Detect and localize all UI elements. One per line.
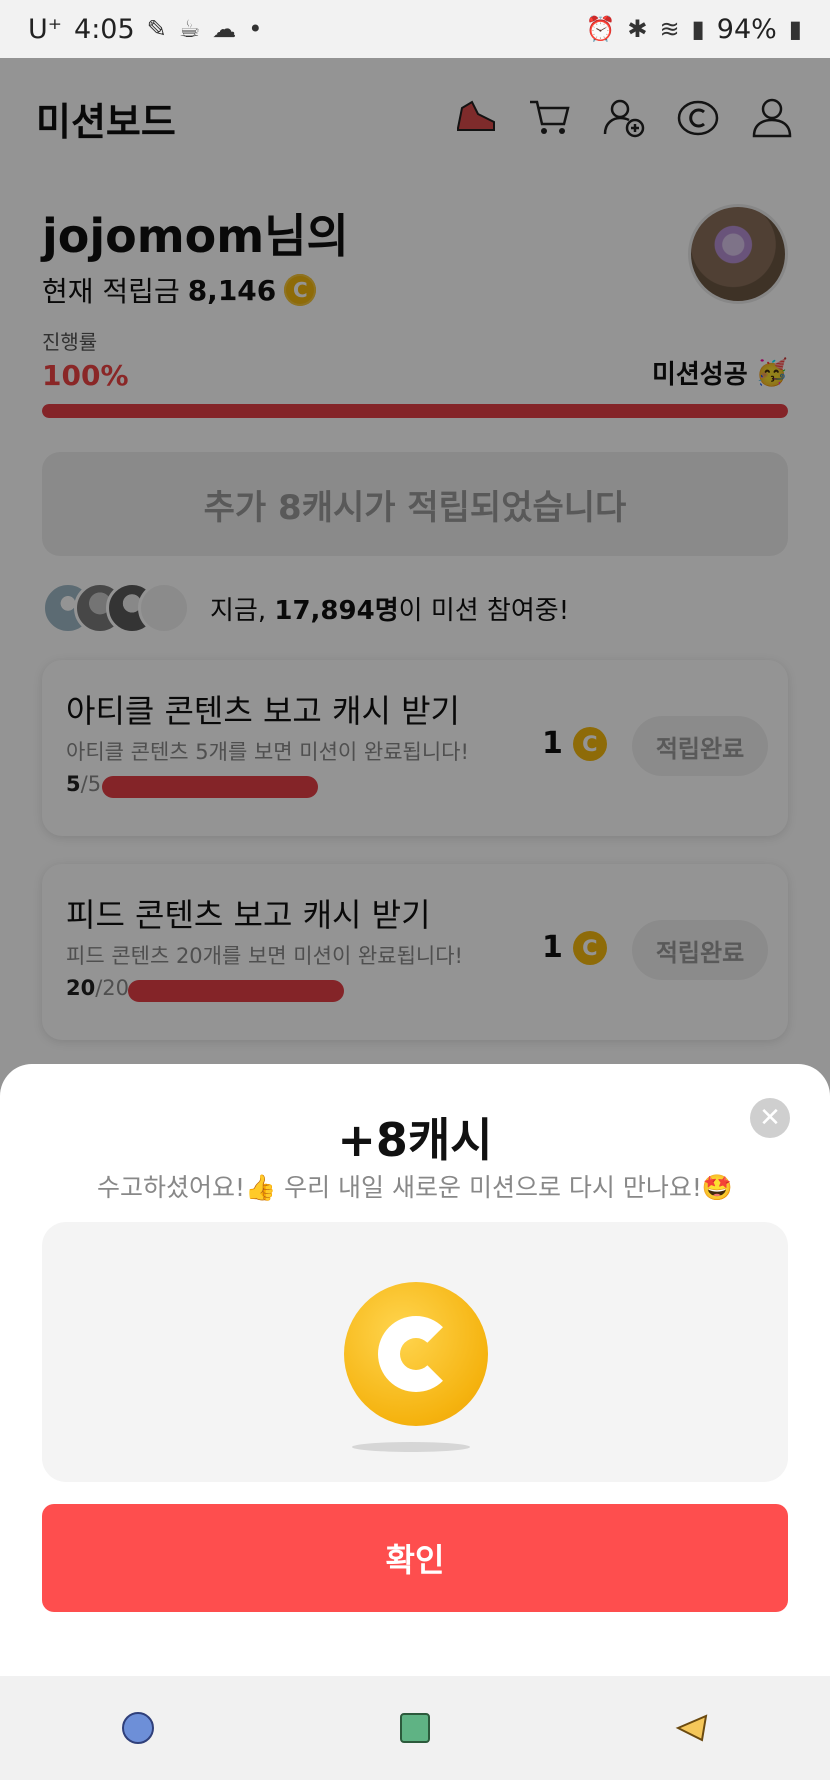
- coffee-icon: ☕: [178, 15, 201, 43]
- status-bar: U⁺ 4:05 ✎ ☕ ☁ • ⏰ ✱ ≋ ▮ 94% ▮: [0, 0, 830, 58]
- notification-icon: ✎: [146, 15, 167, 43]
- recents-button[interactable]: [108, 1698, 168, 1758]
- close-icon[interactable]: ✕: [750, 1098, 790, 1138]
- alarm-icon: ⏰: [585, 15, 616, 43]
- coin-icon: [344, 1282, 488, 1426]
- reward-modal: +8캐시 ✕ 수고하셨어요!👍 우리 내일 새로운 미션으로 다시 만나요!🤩 …: [0, 1064, 830, 1676]
- back-button[interactable]: [662, 1698, 722, 1758]
- chat-icon: ☁: [212, 15, 237, 43]
- bluetooth-icon: ✱: [627, 15, 648, 43]
- carrier-label: U⁺: [28, 13, 63, 45]
- more-dot-icon: •: [248, 15, 263, 43]
- wifi-icon: ≋: [659, 15, 680, 43]
- confirm-button[interactable]: 확인: [42, 1504, 788, 1612]
- clock: 4:05: [74, 13, 135, 45]
- battery-icon: ▮: [788, 15, 802, 43]
- coin-shadow: [352, 1442, 470, 1452]
- navigation-bar: [0, 1676, 830, 1780]
- modal-title: +8캐시: [337, 1113, 493, 1167]
- battery-percent: 94%: [716, 13, 777, 45]
- home-button[interactable]: [385, 1698, 445, 1758]
- signal-icon: ▮: [691, 15, 705, 43]
- coin-display: [42, 1222, 788, 1482]
- modal-subtitle: 수고하셨어요!👍 우리 내일 새로운 미션으로 다시 만나요!🤩: [97, 1173, 733, 1202]
